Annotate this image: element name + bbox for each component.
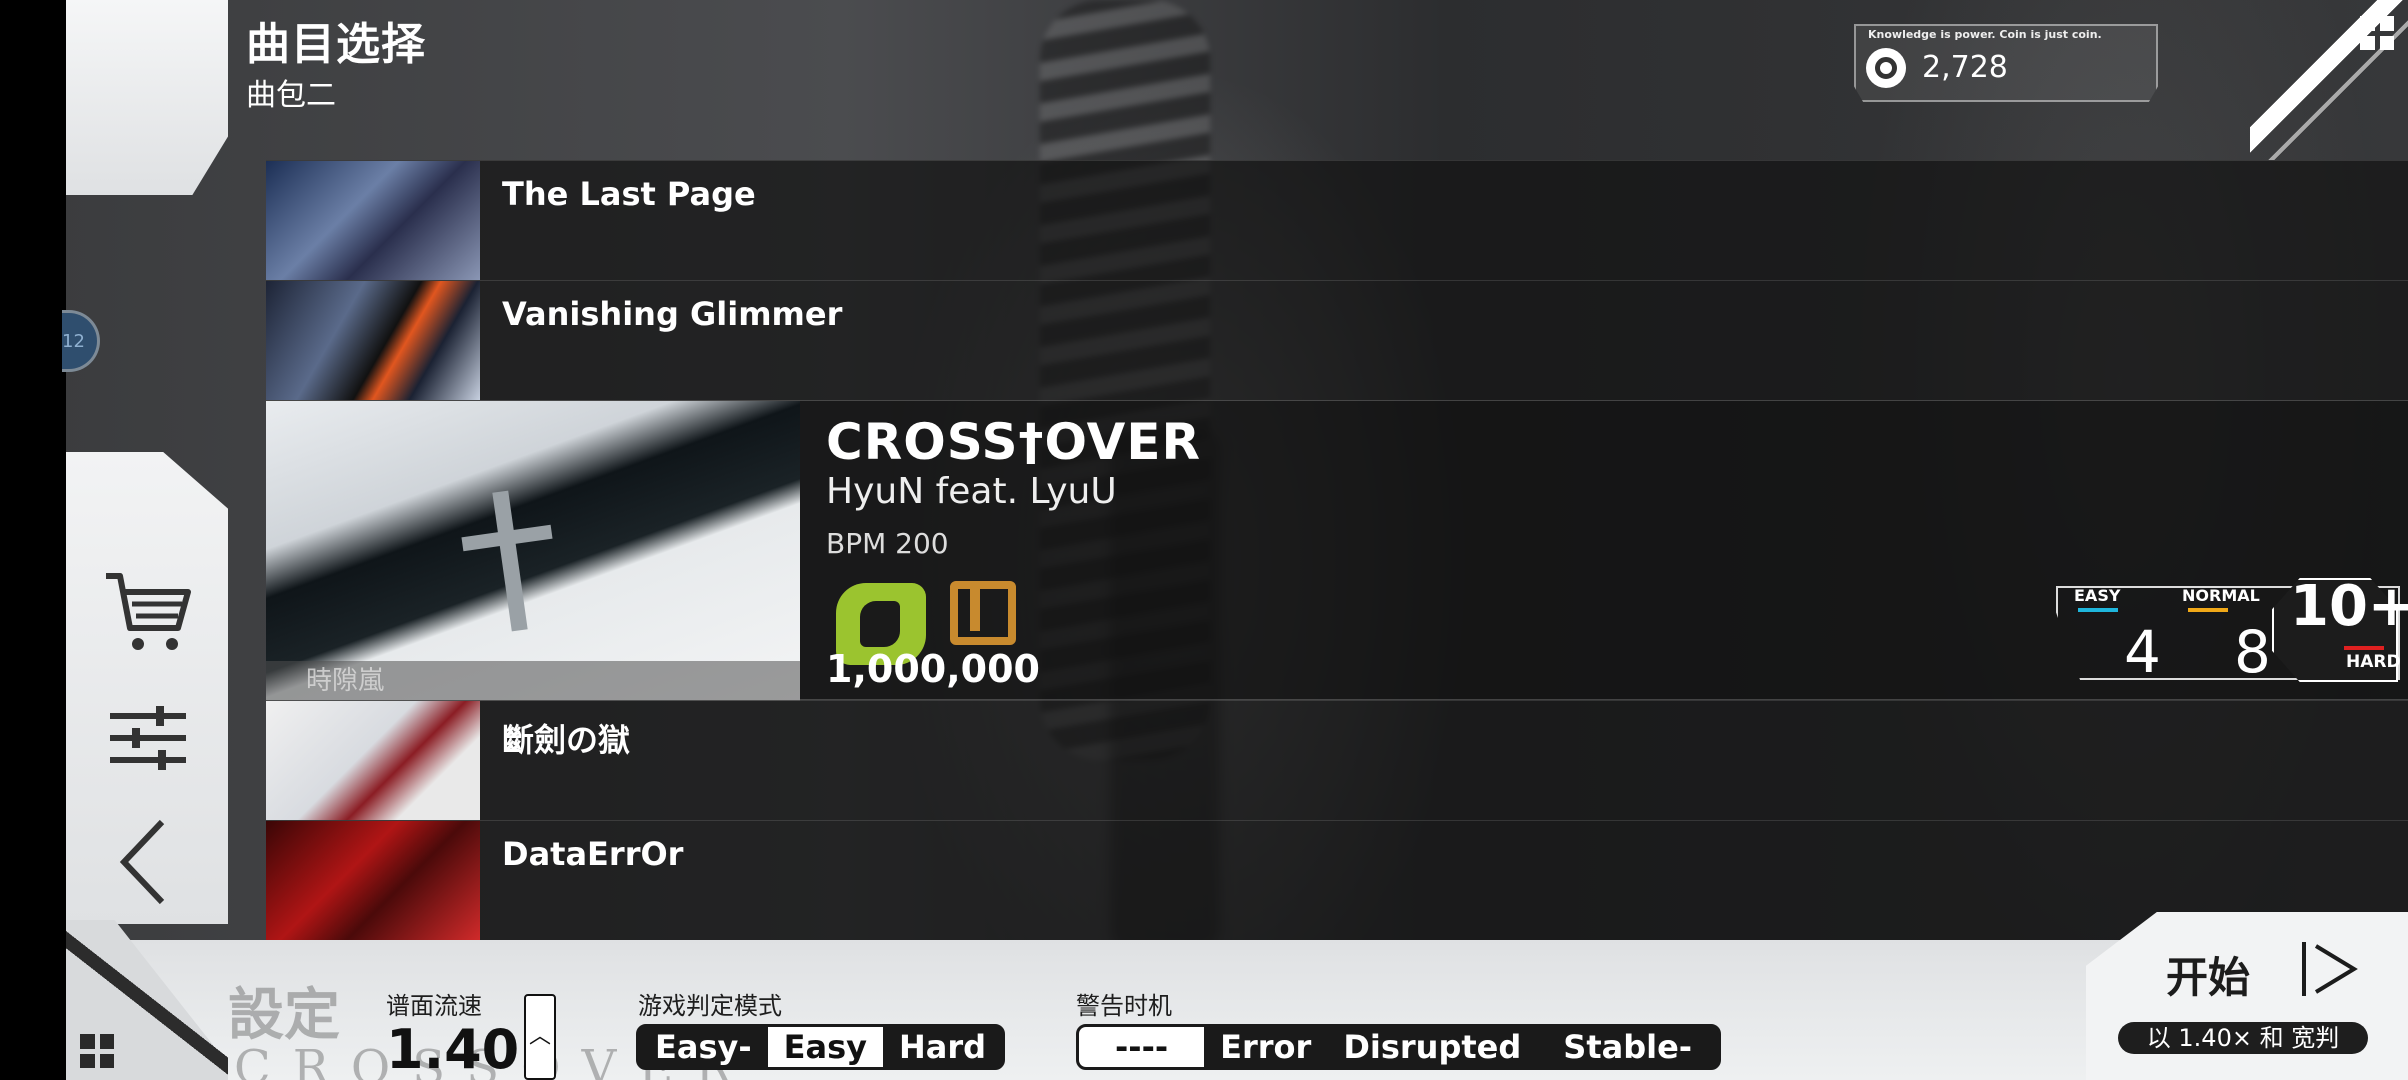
full-combo-icon [950,581,1016,645]
difficulty-easy-level[interactable]: 4 [2124,618,2161,686]
selected-artist: HyuN feat. LyuU [826,471,1117,512]
menu-grid-icon[interactable] [2360,16,2394,50]
selected-jacket: 時隙嵐 [266,401,800,701]
coin-motto: Knowledge is power. Coin is just coin. [1868,28,2102,41]
coin-display: Knowledge is power. Coin is just coin. 2… [1854,24,2158,102]
filter-button[interactable] [66,680,228,790]
song-name: The Last Page [502,175,756,213]
play-arrow-icon[interactable] [2298,938,2360,1000]
back-button[interactable] [66,806,228,916]
difficulty-easy-bar [2078,608,2118,612]
difficulty-easy-label[interactable]: EASY [2074,586,2120,605]
selected-bpm: BPM 200 [826,527,949,560]
title-panel [66,0,228,195]
warning-timing-label: 警告时机 [1076,992,1172,1020]
warn-option-error[interactable]: Error [1204,1027,1327,1067]
song-row-2[interactable]: Vanishing Glimmer [266,280,2408,400]
pack-name: 曲包二 [246,78,336,113]
difficulty-normal-level[interactable]: 8 [2234,618,2271,686]
difficulty-normal-bar [2188,608,2228,612]
speed-adjust-button[interactable]: ︿ [524,994,556,1080]
song-name: Vanishing Glimmer [502,295,843,333]
song-row-4[interactable]: DataErrOr [266,820,2408,940]
difficulty-normal-label[interactable]: NORMAL [2182,586,2260,605]
judge-option-hard[interactable]: Hard [883,1027,1002,1067]
song-name: DataErrOr [502,835,684,873]
coin-icon [1866,48,1906,88]
warn-option-stable[interactable]: Stable- [1537,1027,1718,1067]
judge-option-easy-minus[interactable]: Easy- [639,1027,768,1067]
warn-option-disrupted[interactable]: Disrupted [1327,1027,1537,1067]
selected-title: CROSS†OVER [826,413,1201,471]
song-name: 斷劍の獄 [502,721,631,759]
speed-label: 谱面流速 [386,992,482,1020]
cart-icon [106,573,191,650]
song-row-1[interactable]: The Last Page [266,160,2408,280]
start-label[interactable]: 开始 [2166,944,2250,1005]
coin-amount: 2,728 [1922,50,2008,85]
speed-value: 1.40 [386,1018,520,1080]
best-score: 1,000,000 [826,647,1040,691]
song-jacket [266,281,480,400]
song-jacket [266,161,480,280]
jacket-credit: 時隙嵐 [306,666,385,696]
sliders-icon [110,706,186,770]
left-edge [0,0,66,1080]
difficulty-hard-level[interactable]: 10+ [2290,574,2408,639]
warning-timing-selector[interactable]: ---- Error Disrupted Stable- [1076,1024,1722,1070]
judge-mode-selector[interactable]: Easy- Easy Hard [636,1024,1006,1070]
settings-watermark: 設定 [228,983,340,1048]
page-title: 曲目选择 [246,19,426,70]
song-jacket [266,821,480,940]
song-jacket [266,701,480,820]
difficulty-hard-bar [2344,646,2384,650]
shop-button[interactable] [66,556,228,666]
grid-icon[interactable] [80,1034,114,1068]
judge-mode-label: 游戏判定模式 [638,992,782,1020]
difficulty-hard-label[interactable]: HARD [2346,652,2401,672]
chevron-up-icon: ︿ [528,1024,551,1049]
jacket-cross [492,490,528,632]
back-arrow-icon [119,819,165,905]
judge-option-easy[interactable]: Easy [767,1027,883,1067]
song-row-3[interactable]: 斷劍の獄 [266,700,2408,820]
warn-option-none[interactable]: ---- [1079,1027,1205,1067]
start-settings-summary: 以 1.40× 和 宽判 [2118,1022,2368,1054]
